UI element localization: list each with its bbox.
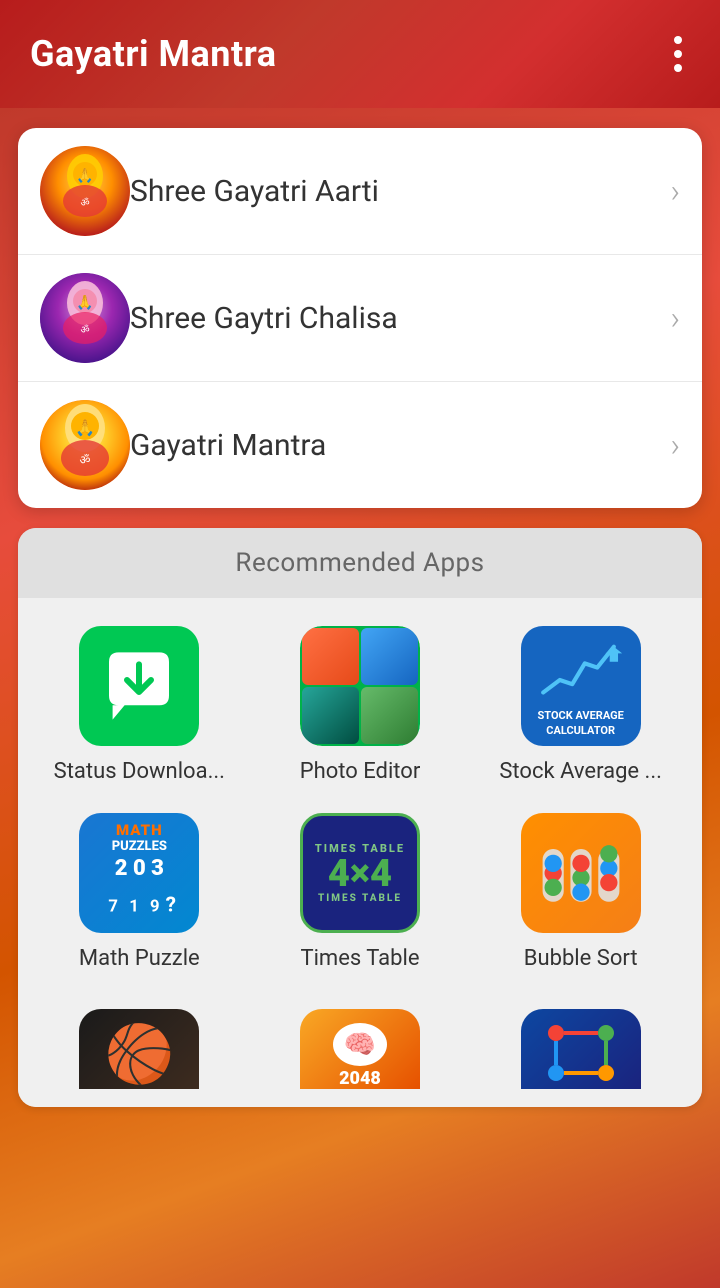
svg-text:ॐ: ॐ: [80, 197, 89, 209]
photo-editor-icon: [300, 626, 420, 746]
math-title-text: MATH: [116, 821, 163, 839]
svg-text:ॐ: ॐ: [80, 453, 91, 467]
svg-text:9: 9: [150, 897, 160, 916]
stock-text: STOCK AVERAGECALCULATOR: [538, 709, 624, 738]
svg-text:🙏: 🙏: [76, 167, 93, 184]
app-title: Gayatri Mantra: [30, 33, 277, 75]
app-item-stock-average[interactable]: STOCK AVERAGECALCULATOR Stock Average ..…: [475, 618, 686, 795]
connect-puzzle-icon: [521, 1009, 641, 1089]
menu-dot-3: [674, 64, 682, 72]
times-table-icon: TIMES TABLE 4×4 TIMES TABLE: [300, 813, 420, 933]
basketball-icon: 🏀: [79, 1009, 199, 1089]
2048-icon: 🧠 2048: [300, 1009, 420, 1089]
app-item-photo-editor[interactable]: Photo Editor: [255, 618, 466, 795]
app-item-status-downloader[interactable]: Status Downloa...: [34, 618, 245, 795]
app-item-math-puzzle[interactable]: MATH PUZZLES 2 0 3 7 1 9 ? Math Puzzle: [34, 805, 245, 982]
bubble-sort-label: Bubble Sort: [524, 945, 638, 974]
math-puzzle-label: Math Puzzle: [79, 945, 200, 974]
mantra-icon: 🙏 ॐ: [40, 400, 130, 490]
app-item-basketball[interactable]: 🏀: [34, 1001, 245, 1097]
svg-text:?: ?: [165, 893, 175, 917]
recommended-header: Recommended Apps: [18, 528, 702, 598]
app-item-connect-puzzle[interactable]: [475, 1001, 686, 1097]
stock-average-icon: STOCK AVERAGECALCULATOR: [521, 626, 641, 746]
apps-grid-bottom: 🏀 🧠 2048: [18, 1001, 702, 1107]
aarti-label: Shree Gayatri Aarti: [130, 174, 670, 209]
math-numbers-text: 2 0 3: [115, 856, 164, 881]
menu-card: 🙏 ॐ Shree Gayatri Aarti ›: [18, 128, 702, 508]
svg-text:🙏: 🙏: [76, 294, 93, 311]
mantra-label: Gayatri Mantra: [130, 428, 670, 463]
svg-text:1: 1: [129, 897, 139, 916]
math-puzzles-text: PUZZLES: [112, 839, 167, 854]
app-item-2048[interactable]: 🧠 2048: [255, 1001, 466, 1097]
menu-dot-1: [674, 36, 682, 44]
apps-grid: Status Downloa... Photo Editor: [18, 598, 702, 1001]
math-puzzle-icon: MATH PUZZLES 2 0 3 7 1 9 ?: [79, 813, 199, 933]
menu-item-aarti[interactable]: 🙏 ॐ Shree Gayatri Aarti ›: [18, 128, 702, 255]
status-downloader-icon: [79, 626, 199, 746]
bubble-sort-icon: [521, 813, 641, 933]
svg-text:ॐ: ॐ: [80, 324, 89, 336]
overflow-menu-button[interactable]: [666, 28, 690, 80]
status-downloader-label: Status Downloa...: [54, 758, 225, 787]
app-header: Gayatri Mantra: [0, 0, 720, 108]
mantra-chevron: ›: [670, 426, 680, 464]
recommended-title: Recommended Apps: [235, 548, 484, 578]
chalisa-icon: 🙏 ॐ: [40, 273, 130, 363]
svg-text:🙏: 🙏: [75, 418, 95, 437]
aarti-icon: 🙏 ॐ: [40, 146, 130, 236]
chalisa-chevron: ›: [670, 299, 680, 337]
recommended-section: Recommended Apps Status Downloa...: [18, 528, 702, 1107]
aarti-chevron: ›: [670, 172, 680, 210]
times-table-label: Times Table: [300, 945, 419, 974]
times-bottom-text: TIMES TABLE: [318, 893, 402, 904]
stock-average-label: Stock Average ...: [499, 758, 662, 787]
main-content: 🙏 ॐ Shree Gayatri Aarti ›: [0, 108, 720, 1288]
app-item-bubble-sort[interactable]: Bubble Sort: [475, 805, 686, 982]
svg-text:7: 7: [108, 897, 118, 916]
times-4x4-text: 4×4: [328, 855, 392, 893]
photo-editor-label: Photo Editor: [300, 758, 421, 787]
menu-dot-2: [674, 50, 682, 58]
menu-item-mantra[interactable]: 🙏 ॐ Gayatri Mantra ›: [18, 382, 702, 508]
chalisa-label: Shree Gaytri Chalisa: [130, 301, 670, 336]
app-item-times-table[interactable]: TIMES TABLE 4×4 TIMES TABLE Times Table: [255, 805, 466, 982]
menu-item-chalisa[interactable]: 🙏 ॐ Shree Gaytri Chalisa ›: [18, 255, 702, 382]
